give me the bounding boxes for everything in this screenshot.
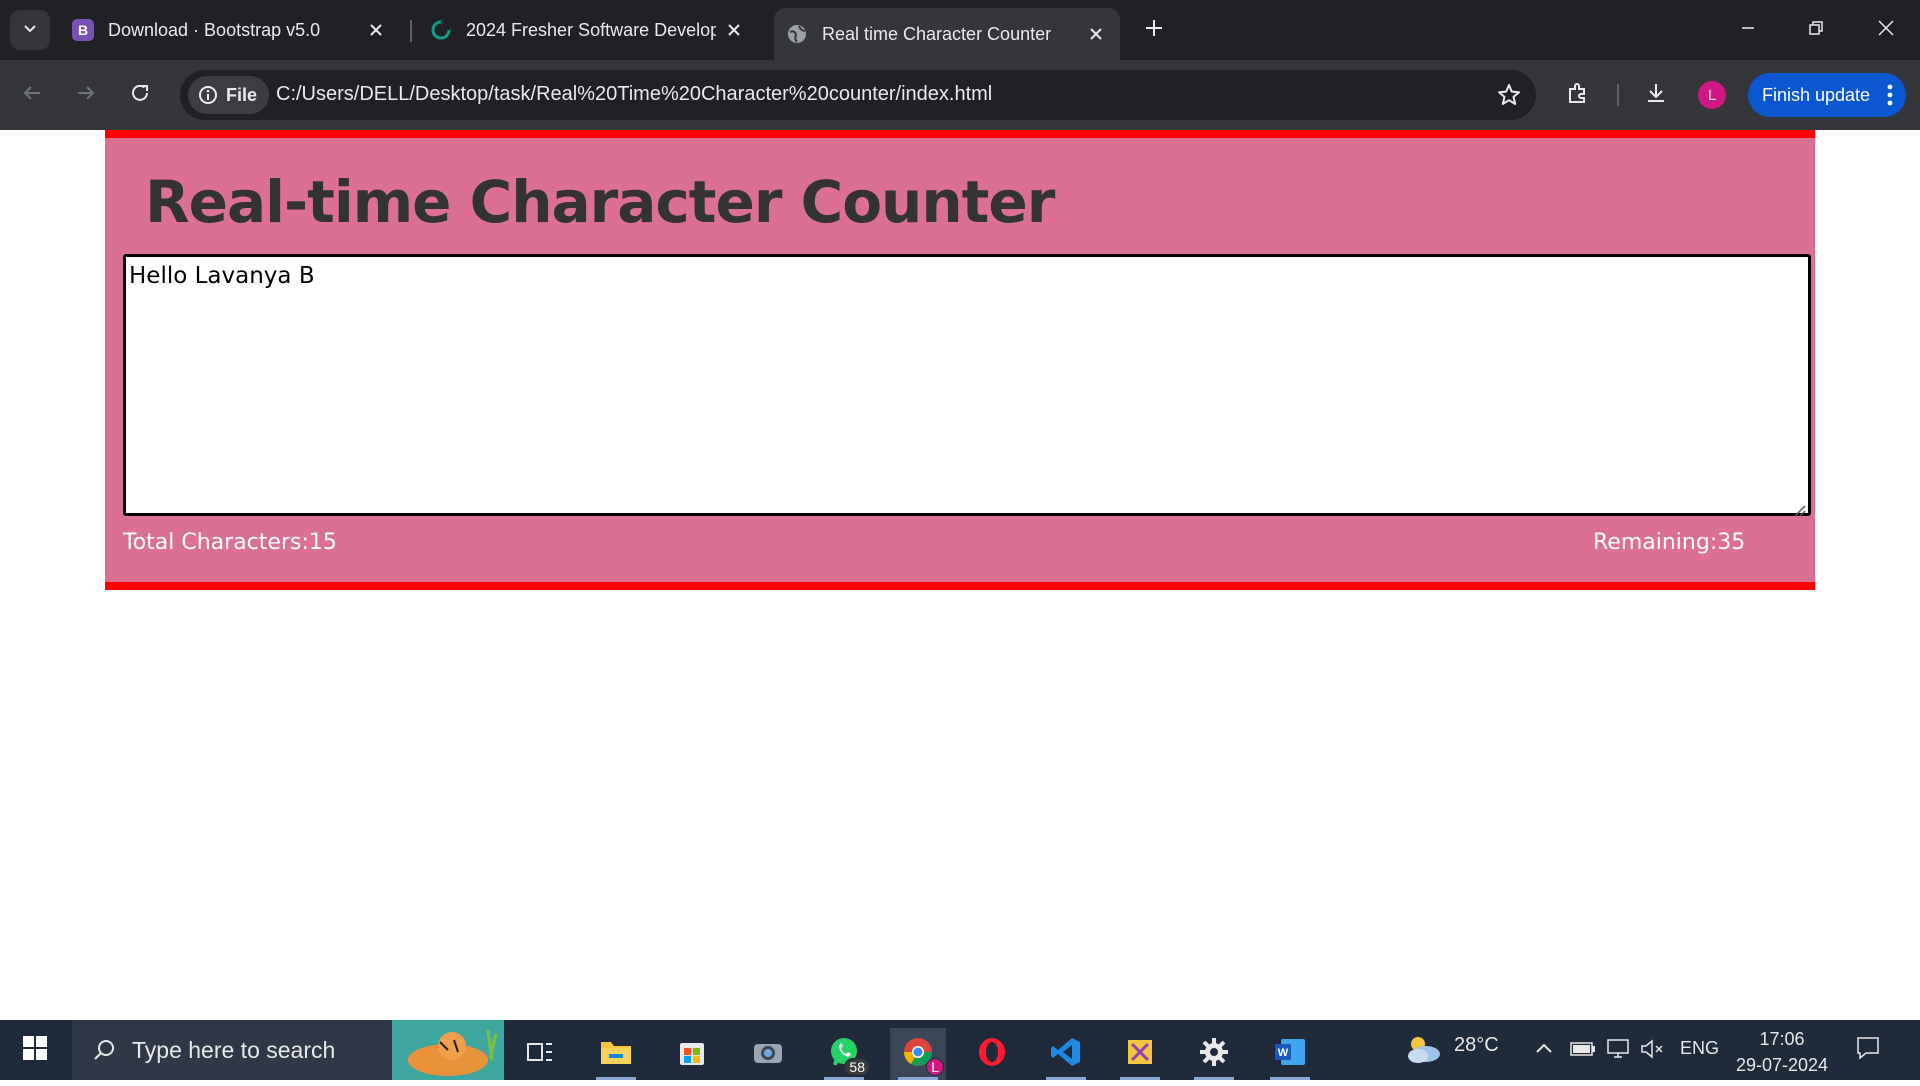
- volume-muted-icon[interactable]: [1640, 1038, 1666, 1066]
- windows-logo-icon: [22, 1035, 48, 1066]
- clock[interactable]: 17:06 29-07-2024: [1732, 1026, 1832, 1078]
- opera-icon: [976, 1036, 1008, 1073]
- search-icon: [92, 1038, 116, 1062]
- restore-button[interactable]: [1796, 10, 1836, 50]
- globe-icon: [786, 23, 808, 45]
- tab-title: Real time Character Counter: [822, 23, 1052, 44]
- resize-handle-icon[interactable]: [1792, 497, 1806, 517]
- weather-temperature[interactable]: 28°C: [1454, 1034, 1499, 1057]
- plus-icon: [1144, 18, 1164, 43]
- minimize-button[interactable]: [1728, 10, 1768, 50]
- info-icon: [198, 85, 218, 105]
- start-button[interactable]: [12, 1030, 58, 1070]
- chevron-up-icon[interactable]: [1534, 1038, 1554, 1061]
- windows-taskbar: Type here to search 58 L W 28°C ENG 17:0…: [0, 1020, 1920, 1080]
- profile-avatar[interactable]: L: [1698, 81, 1726, 109]
- microsoft-store-app[interactable]: [664, 1028, 720, 1080]
- counter-card: Real-time Character Counter Hello Lavany…: [105, 130, 1815, 590]
- vscode-app[interactable]: [1038, 1028, 1094, 1080]
- clock-time: 17:06: [1759, 1029, 1805, 1049]
- text-input-area[interactable]: Hello Lavanya B: [123, 254, 1811, 517]
- finish-update-label: Finish update: [1762, 84, 1871, 105]
- reload-button[interactable]: [120, 75, 160, 115]
- back-button[interactable]: [12, 75, 52, 115]
- camera-icon: [752, 1039, 784, 1070]
- browser-tab-strip: B Download · Bootstrap v5.0 2024 Fresher…: [0, 0, 1920, 60]
- tab-character-counter[interactable]: Real time Character Counter: [774, 8, 1120, 60]
- notification-icon: [1855, 1035, 1881, 1066]
- page-viewport: Real-time Character Counter Hello Lavany…: [0, 130, 1920, 1020]
- network-icon[interactable]: [1606, 1038, 1632, 1066]
- tab-title: Download · Bootstrap v5.0: [108, 19, 321, 40]
- minimize-icon: [1740, 20, 1756, 41]
- chrome-app[interactable]: L: [890, 1028, 946, 1080]
- url-text[interactable]: C:/Users/DELL/Desktop/task/Real%20Time%2…: [276, 83, 992, 106]
- remaining-label: Remaining:35: [1593, 530, 1746, 555]
- folder-icon: [599, 1038, 633, 1071]
- language-indicator[interactable]: ENG: [1680, 1038, 1719, 1059]
- restore-icon: [1808, 20, 1824, 41]
- store-icon: [677, 1037, 707, 1072]
- camera-app[interactable]: [740, 1028, 796, 1080]
- more-vert-icon: [1886, 81, 1894, 114]
- search-placeholder: Type here to search: [132, 1036, 336, 1063]
- tab-title: 2024 Fresher Software Develop: [466, 19, 716, 40]
- arrow-left-icon: [21, 82, 43, 109]
- tab-bootstrap[interactable]: B Download · Bootstrap v5.0: [60, 8, 400, 52]
- close-icon: [1877, 19, 1895, 42]
- tab-search-button[interactable]: [10, 10, 50, 50]
- search-highlight-image: [392, 1020, 504, 1080]
- clock-date: 29-07-2024: [1735, 1055, 1829, 1075]
- whatsapp-app[interactable]: 58: [816, 1028, 872, 1080]
- gear-icon: [1199, 1037, 1229, 1072]
- downloads-button[interactable]: [1636, 75, 1676, 115]
- new-tab-button[interactable]: [1138, 14, 1170, 46]
- chevron-down-icon: [22, 20, 38, 41]
- tab-divider: [410, 20, 412, 42]
- battery-icon[interactable]: [1570, 1040, 1596, 1063]
- word-icon: W: [1273, 1037, 1307, 1072]
- word-app[interactable]: W: [1262, 1028, 1318, 1080]
- arrow-right-icon: [75, 82, 97, 109]
- chrome-profile-badge: L: [926, 1058, 944, 1076]
- close-window-button[interactable]: [1866, 10, 1906, 50]
- site-icon: [430, 19, 452, 41]
- site-chip-label: File: [226, 84, 258, 105]
- star-icon[interactable]: [1496, 82, 1522, 108]
- svg-text:B: B: [78, 22, 88, 38]
- weather-icon[interactable]: [1404, 1032, 1444, 1072]
- finish-update-button[interactable]: Finish update: [1748, 73, 1906, 117]
- snipping-tool-app[interactable]: [1112, 1028, 1168, 1080]
- file-explorer-app[interactable]: [588, 1028, 644, 1080]
- tab-fresher-developer[interactable]: 2024 Fresher Software Develop: [418, 8, 758, 52]
- site-info-chip[interactable]: File: [188, 76, 270, 114]
- notification-center-button[interactable]: [1852, 1034, 1884, 1066]
- snipping-icon: [1124, 1036, 1156, 1073]
- address-bar[interactable]: File C:/Users/DELL/Desktop/task/Real%20T…: [180, 70, 1536, 120]
- close-icon[interactable]: [1084, 22, 1108, 46]
- total-characters-label: Total Characters:15: [123, 530, 337, 555]
- bootstrap-icon: B: [72, 19, 94, 41]
- download-icon: [1644, 81, 1668, 110]
- vscode-icon: [1050, 1036, 1082, 1073]
- close-icon[interactable]: [722, 18, 746, 42]
- task-view-button[interactable]: [512, 1028, 568, 1080]
- puzzle-icon: [1566, 81, 1590, 110]
- textarea-value: Hello Lavanya B: [129, 263, 315, 289]
- svg-text:W: W: [1278, 1047, 1289, 1059]
- taskbar-search-box[interactable]: Type here to search: [72, 1020, 504, 1080]
- reload-icon: [129, 82, 151, 109]
- opera-app[interactable]: [964, 1028, 1020, 1080]
- task-view-icon: [526, 1040, 554, 1069]
- notification-badge: 58: [844, 1058, 870, 1076]
- settings-app[interactable]: [1186, 1028, 1242, 1080]
- close-icon[interactable]: [364, 18, 388, 42]
- browser-toolbar: File C:/Users/DELL/Desktop/task/Real%20T…: [0, 60, 1920, 130]
- page-title: Real-time Character Counter: [145, 168, 1055, 236]
- extensions-button[interactable]: [1558, 75, 1598, 115]
- toolbar-divider: [1617, 84, 1619, 106]
- forward-button[interactable]: [66, 75, 106, 115]
